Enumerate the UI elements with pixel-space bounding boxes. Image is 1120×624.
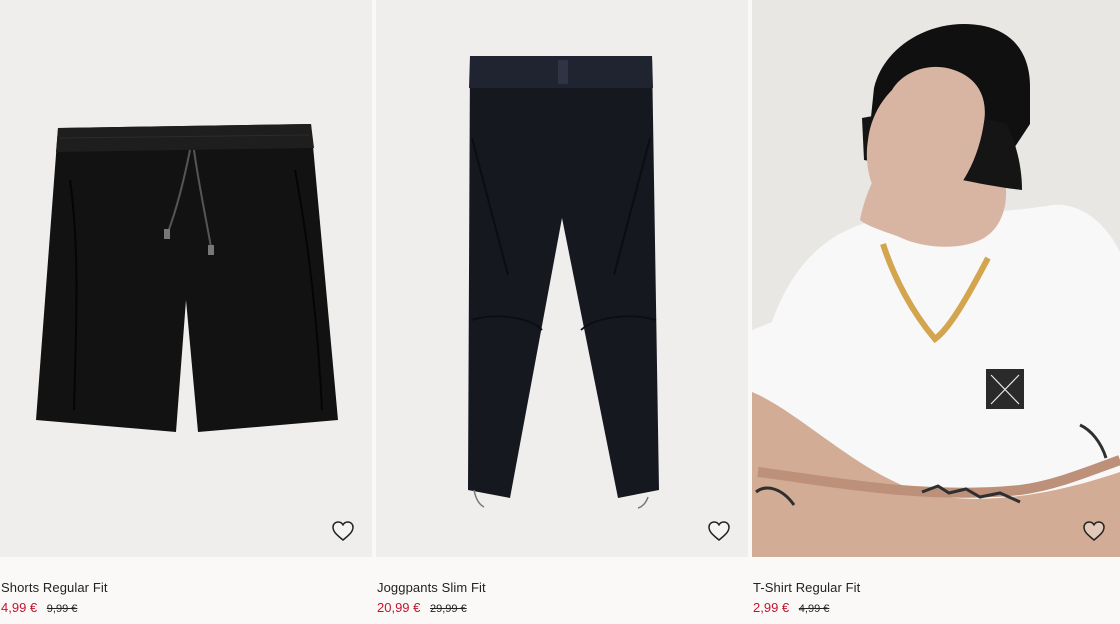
sale-price: 2,99 € [753, 600, 790, 615]
product-meta: Joggpants Slim Fit 20,99 € 29,99 € [376, 557, 748, 624]
product-title[interactable]: T-Shirt Regular Fit [753, 580, 860, 595]
product-meta: Shorts Regular Fit 4,99 € 9,99 € [0, 557, 372, 624]
product-image-joggpants[interactable] [376, 0, 748, 557]
product-prices: 20,99 € 29,99 € [377, 600, 467, 615]
sale-price: 4,99 € [1, 600, 38, 615]
heart-icon [1081, 518, 1107, 544]
original-price: 9,99 € [46, 603, 78, 615]
favorite-button[interactable] [1081, 518, 1107, 544]
product-grid: Shorts Regular Fit 4,99 € 9,99 € Joggpan… [0, 0, 1120, 624]
product-title[interactable]: Shorts Regular Fit [1, 580, 108, 595]
product-prices: 4,99 € 9,99 € [1, 600, 77, 615]
product-image-tshirt[interactable] [752, 0, 1120, 557]
favorite-button[interactable] [330, 518, 356, 544]
product-title[interactable]: Joggpants Slim Fit [377, 580, 486, 595]
original-price: 29,99 € [430, 603, 467, 615]
product-prices: 2,99 € 4,99 € [753, 600, 829, 615]
product-image-link[interactable] [0, 0, 372, 557]
product-image-link[interactable] [752, 0, 1120, 557]
product-meta: T-Shirt Regular Fit 2,99 € 4,99 € [752, 557, 1120, 624]
sale-price: 20,99 € [377, 600, 421, 615]
product-card-tshirt[interactable]: T-Shirt Regular Fit 2,99 € 4,99 € [752, 0, 1120, 624]
heart-icon [330, 518, 356, 544]
product-image-link[interactable] [376, 0, 748, 557]
original-price: 4,99 € [798, 603, 830, 615]
heart-icon [706, 518, 732, 544]
product-card-shorts[interactable]: Shorts Regular Fit 4,99 € 9,99 € [0, 0, 372, 624]
favorite-button[interactable] [706, 518, 732, 544]
product-card-joggpants[interactable]: Joggpants Slim Fit 20,99 € 29,99 € [376, 0, 748, 624]
product-image-shorts[interactable] [0, 0, 372, 557]
